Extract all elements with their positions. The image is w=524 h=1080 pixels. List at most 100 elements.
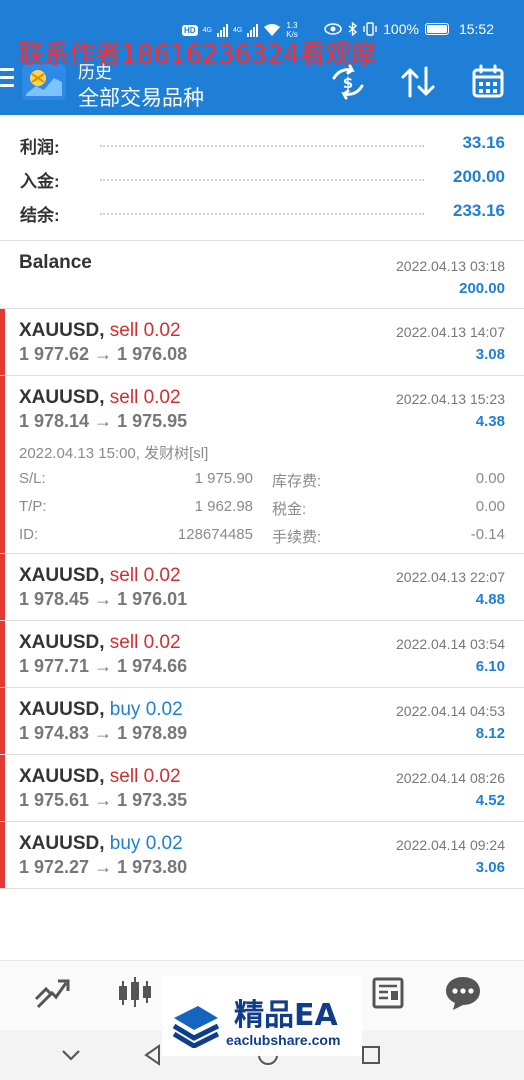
page-subtitle: 历史: [78, 63, 112, 82]
network-type-a: 4G: [202, 26, 212, 34]
dotted-leader: [100, 145, 424, 147]
deal-symbol: XAUUSD, sell 0.02: [19, 320, 181, 341]
divider: [0, 888, 524, 889]
chat-icon[interactable]: [443, 973, 483, 1013]
deal-profit: 4.38: [475, 413, 505, 430]
summary-row-profit: 利润: 33.16: [0, 127, 524, 161]
deal-side: sell 0.02: [109, 387, 181, 408]
deal-symbol: XAUUSD, buy 0.02: [19, 699, 183, 720]
contact-watermark: 联系作者18616236324看观摩: [18, 40, 377, 70]
deal-symbol: XAUUSD, sell 0.02: [19, 387, 181, 408]
deal-time: 2022.04.13 15:23: [396, 391, 505, 407]
sell-accent-bar: [0, 554, 5, 620]
app-header: HD 4G 4G 1.3 K/s 100% 15:52 联系作者186162363…: [0, 0, 524, 115]
id-value: 128674485: [177, 526, 253, 543]
sell-accent-bar: [0, 755, 5, 821]
swap-label: 库存费:: [272, 473, 322, 490]
ea-watermark-title: 精品EA: [234, 998, 338, 1033]
deposit-value: 200.00: [453, 167, 505, 186]
balance-value: 233.16: [453, 201, 505, 220]
summary-row-deposit: 入金: 200.00: [0, 161, 524, 195]
summary-section: 利润: 33.16 入金: 200.00 结余: 233.16: [0, 127, 524, 229]
deal-profit: 4.88: [475, 591, 505, 608]
svg-text:$: $: [343, 74, 353, 92]
deal-prices: 1 977.71 → 1 974.66: [19, 656, 188, 676]
deal-side: sell 0.02: [109, 320, 181, 341]
summary-row-balance: 结余: 233.16: [0, 195, 524, 229]
deal-symbol: XAUUSD, buy 0.02: [19, 833, 183, 854]
tp-value: 1 962.98: [194, 498, 253, 515]
page-title[interactable]: 全部交易品种: [78, 82, 204, 112]
deal-time: 2022.04.13 14:07: [396, 324, 505, 340]
tax-label: 税金:: [272, 501, 307, 518]
deal-prices: 1 978.14 → 1 975.95: [19, 411, 188, 431]
tp-label: T/P:: [19, 498, 47, 515]
deal-prices: 1 974.83 → 1 978.89: [19, 723, 188, 743]
swap-value: 0.00: [475, 470, 505, 487]
deal-row[interactable]: XAUUSD, sell 0.02 1 977.62 → 1 976.08 20…: [0, 309, 524, 375]
battery-percent: 100%: [383, 21, 419, 37]
menu-icon[interactable]: [0, 68, 14, 96]
deal-symbol: XAUUSD, sell 0.02: [19, 632, 181, 653]
news-icon[interactable]: [368, 973, 408, 1013]
sl-label: S/L:: [19, 470, 46, 487]
currency-exchange-icon[interactable]: $: [328, 64, 368, 100]
deal-row-expanded[interactable]: XAUUSD, sell 0.02 1 978.14 → 1 975.95 20…: [0, 376, 524, 553]
deal-symbol: XAUUSD, sell 0.02: [19, 565, 181, 586]
deal-time: 2022.04.14 03:54: [396, 636, 505, 652]
battery-icon: [424, 23, 449, 35]
deal-row[interactable]: XAUUSD, buy 0.02 1 974.83 → 1 978.89 202…: [0, 688, 524, 754]
ea-watermark-url: eaclubshare.com: [226, 1032, 341, 1048]
deal-profit: 6.10: [475, 658, 505, 675]
deal-row[interactable]: XAUUSD, sell 0.02 1 977.71 → 1 974.66 20…: [0, 621, 524, 687]
deposit-label: 入金:: [20, 172, 60, 191]
deal-profit: 8.12: [475, 725, 505, 742]
sort-icon[interactable]: [398, 64, 438, 100]
network-type-b: 4G: [232, 26, 243, 34]
sell-accent-bar: [0, 688, 5, 754]
deal-profit: 3.08: [475, 346, 505, 363]
deal-prices: 1 977.62 → 1 976.08: [19, 344, 188, 364]
dotted-leader: [100, 213, 424, 215]
candlestick-chart-icon[interactable]: [115, 973, 155, 1013]
deal-row[interactable]: XAUUSD, sell 0.02 1 978.45 → 1 976.01 20…: [0, 554, 524, 620]
id-label: ID:: [19, 526, 39, 543]
deal-prices: 1 975.61 → 1 973.35: [19, 790, 188, 810]
deal-comment: 2022.04.13 15:00, 发财树[sl]: [19, 445, 209, 462]
sell-accent-bar: [0, 822, 5, 888]
sl-value: 1 975.90: [194, 470, 253, 487]
profit-value: 33.16: [462, 133, 505, 152]
balance-title: Balance: [19, 252, 92, 273]
deal-side: sell 0.02: [109, 632, 181, 653]
ea-watermark-overlay: 精品EA eaclubshare.com: [162, 976, 362, 1056]
deal-row[interactable]: XAUUSD, sell 0.02 1 975.61 → 1 973.35 20…: [0, 755, 524, 821]
balance-label: 结余:: [20, 206, 60, 225]
deal-time: 2022.04.14 09:24: [396, 837, 505, 853]
deal-side: sell 0.02: [109, 565, 181, 586]
trade-icon[interactable]: [32, 973, 72, 1013]
dotted-leader: [100, 179, 424, 181]
deal-time: 2022.04.14 08:26: [396, 770, 505, 786]
deal-side: buy 0.02: [109, 833, 183, 854]
fee-label: 手续费:: [272, 529, 322, 546]
deal-prices: 1 972.27 → 1 973.80: [19, 857, 188, 877]
fee-value: -0.14: [470, 526, 505, 543]
balance-amount: 200.00: [459, 280, 505, 297]
sell-accent-bar: [0, 309, 5, 375]
balance-row[interactable]: Balance 2022.04.13 03:18 200.00: [0, 241, 524, 308]
balance-time: 2022.04.13 03:18: [396, 258, 505, 274]
sell-accent-bar: [0, 376, 5, 553]
deal-side: buy 0.02: [109, 699, 183, 720]
calendar-icon[interactable]: [468, 64, 508, 100]
chevron-down-icon[interactable]: [58, 1042, 84, 1068]
deal-time: 2022.04.13 22:07: [396, 569, 505, 585]
ea-logo-icon: [172, 1006, 220, 1048]
deal-symbol: XAUUSD, sell 0.02: [19, 766, 181, 787]
clock: 15:52: [458, 21, 494, 37]
profit-label: 利润:: [20, 138, 60, 157]
deal-profit: 3.06: [475, 859, 505, 876]
deal-row[interactable]: XAUUSD, buy 0.02 1 972.27 → 1 973.80 202…: [0, 822, 524, 888]
deal-prices: 1 978.45 → 1 976.01: [19, 589, 188, 609]
deal-time: 2022.04.14 04:53: [396, 703, 505, 719]
deal-profit: 4.52: [475, 792, 505, 809]
